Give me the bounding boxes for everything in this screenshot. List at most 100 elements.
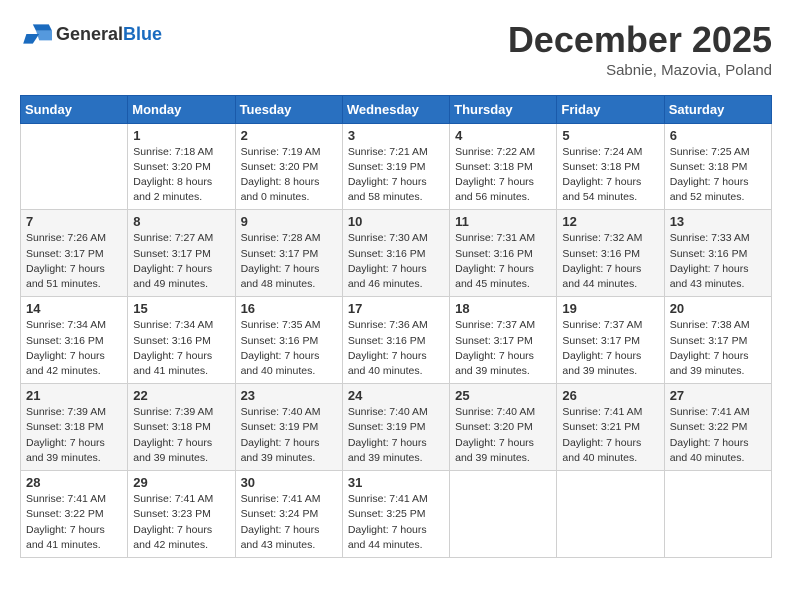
day-number: 19	[562, 301, 658, 316]
day-detail: Sunrise: 7:37 AM Sunset: 3:17 PM Dayligh…	[562, 318, 658, 379]
day-number: 25	[455, 388, 551, 403]
week-row-1: 1 Sunrise: 7:18 AM Sunset: 3:20 PM Daylig…	[21, 123, 772, 210]
day-number: 2	[241, 128, 337, 143]
calendar-cell: 12 Sunrise: 7:32 AM Sunset: 3:16 PM Dayli…	[557, 210, 664, 297]
day-number: 31	[348, 475, 444, 490]
day-detail: Sunrise: 7:40 AM Sunset: 3:19 PM Dayligh…	[241, 405, 337, 466]
weekday-header-saturday: Saturday	[664, 95, 771, 123]
day-detail: Sunrise: 7:40 AM Sunset: 3:19 PM Dayligh…	[348, 405, 444, 466]
day-detail: Sunrise: 7:19 AM Sunset: 3:20 PM Dayligh…	[241, 145, 337, 206]
calendar-cell: 11 Sunrise: 7:31 AM Sunset: 3:16 PM Dayli…	[450, 210, 557, 297]
calendar-cell: 7Sunrise: 7:26 AM Sunset: 3:17 PM Daylig…	[21, 210, 128, 297]
calendar-cell: 14Sunrise: 7:34 AM Sunset: 3:16 PM Dayli…	[21, 297, 128, 384]
month-title: December 2025	[508, 20, 772, 60]
calendar-cell: 29Sunrise: 7:41 AM Sunset: 3:23 PM Dayli…	[128, 471, 235, 558]
calendar-cell: 3Sunrise: 7:21 AM Sunset: 3:19 PM Daylig…	[342, 123, 449, 210]
day-number: 30	[241, 475, 337, 490]
weekday-header-friday: Friday	[557, 95, 664, 123]
day-number: 12	[562, 214, 658, 229]
day-detail: Sunrise: 7:30 AM Sunset: 3:16 PM Dayligh…	[348, 231, 444, 292]
calendar-cell: 18Sunrise: 7:37 AM Sunset: 3:17 PM Dayli…	[450, 297, 557, 384]
day-number: 23	[241, 388, 337, 403]
calendar-cell: 27 Sunrise: 7:41 AM Sunset: 3:22 PM Dayli…	[664, 384, 771, 471]
day-number: 5	[562, 128, 658, 143]
calendar-cell: 9 Sunrise: 7:28 AM Sunset: 3:17 PM Daylig…	[235, 210, 342, 297]
week-row-4: 21 Sunrise: 7:39 AM Sunset: 3:18 PM Dayli…	[21, 384, 772, 471]
day-number: 11	[455, 214, 551, 229]
calendar-cell: 23 Sunrise: 7:40 AM Sunset: 3:19 PM Dayli…	[235, 384, 342, 471]
day-number: 8	[133, 214, 229, 229]
calendar-cell	[450, 471, 557, 558]
day-number: 26	[562, 388, 658, 403]
day-number: 28	[26, 475, 122, 490]
calendar-cell: 15 Sunrise: 7:34 AM Sunset: 3:16 PM Dayli…	[128, 297, 235, 384]
calendar-cell: 24 Sunrise: 7:40 AM Sunset: 3:19 PM Dayli…	[342, 384, 449, 471]
day-detail: Sunrise: 7:24 AM Sunset: 3:18 PM Dayligh…	[562, 145, 658, 206]
calendar-cell: 6 Sunrise: 7:25 AM Sunset: 3:18 PM Daylig…	[664, 123, 771, 210]
calendar-cell	[664, 471, 771, 558]
calendar-cell: 19 Sunrise: 7:37 AM Sunset: 3:17 PM Dayli…	[557, 297, 664, 384]
day-detail: Sunrise: 7:32 AM Sunset: 3:16 PM Dayligh…	[562, 231, 658, 292]
day-number: 7	[26, 214, 122, 229]
day-number: 6	[670, 128, 766, 143]
day-detail: Sunrise: 7:18 AM Sunset: 3:20 PM Dayligh…	[133, 145, 229, 206]
calendar-cell: 1 Sunrise: 7:18 AM Sunset: 3:20 PM Daylig…	[128, 123, 235, 210]
weekday-header-wednesday: Wednesday	[342, 95, 449, 123]
calendar-cell: 13Sunrise: 7:33 AM Sunset: 3:16 PM Dayli…	[664, 210, 771, 297]
logo: GeneralBlue	[20, 20, 162, 48]
day-detail: Sunrise: 7:34 AM Sunset: 3:16 PM Dayligh…	[133, 318, 229, 379]
day-detail: Sunrise: 7:38 AM Sunset: 3:17 PM Dayligh…	[670, 318, 766, 379]
calendar-cell: 10 Sunrise: 7:30 AM Sunset: 3:16 PM Dayli…	[342, 210, 449, 297]
day-detail: Sunrise: 7:40 AM Sunset: 3:20 PM Dayligh…	[455, 405, 551, 466]
title-block: December 2025 Sabnie, Mazovia, Poland	[508, 20, 772, 79]
day-number: 27	[670, 388, 766, 403]
calendar-cell: 4 Sunrise: 7:22 AM Sunset: 3:18 PM Daylig…	[450, 123, 557, 210]
day-number: 20	[670, 301, 766, 316]
calendar-table: SundayMondayTuesdayWednesdayThursdayFrid…	[20, 95, 772, 558]
calendar-cell	[557, 471, 664, 558]
day-number: 22	[133, 388, 229, 403]
day-detail: Sunrise: 7:39 AM Sunset: 3:18 PM Dayligh…	[133, 405, 229, 466]
day-detail: Sunrise: 7:28 AM Sunset: 3:17 PM Dayligh…	[241, 231, 337, 292]
day-number: 14	[26, 301, 122, 316]
day-number: 16	[241, 301, 337, 316]
day-detail: Sunrise: 7:31 AM Sunset: 3:16 PM Dayligh…	[455, 231, 551, 292]
calendar-cell: 8 Sunrise: 7:27 AM Sunset: 3:17 PM Daylig…	[128, 210, 235, 297]
day-detail: Sunrise: 7:41 AM Sunset: 3:24 PM Dayligh…	[241, 492, 337, 553]
calendar-cell: 21 Sunrise: 7:39 AM Sunset: 3:18 PM Dayli…	[21, 384, 128, 471]
day-detail: Sunrise: 7:35 AM Sunset: 3:16 PM Dayligh…	[241, 318, 337, 379]
day-number: 4	[455, 128, 551, 143]
week-row-5: 28 Sunrise: 7:41 AM Sunset: 3:22 PM Dayli…	[21, 471, 772, 558]
calendar-cell: 22 Sunrise: 7:39 AM Sunset: 3:18 PM Dayli…	[128, 384, 235, 471]
calendar-cell: 26 Sunrise: 7:41 AM Sunset: 3:21 PM Dayli…	[557, 384, 664, 471]
day-number: 15	[133, 301, 229, 316]
calendar-cell: 25 Sunrise: 7:40 AM Sunset: 3:20 PM Dayli…	[450, 384, 557, 471]
day-detail: Sunrise: 7:41 AM Sunset: 3:21 PM Dayligh…	[562, 405, 658, 466]
day-detail: Sunrise: 7:39 AM Sunset: 3:18 PM Dayligh…	[26, 405, 122, 466]
calendar-cell: 17Sunrise: 7:36 AM Sunset: 3:16 PM Dayli…	[342, 297, 449, 384]
calendar-cell	[21, 123, 128, 210]
day-detail: Sunrise: 7:22 AM Sunset: 3:18 PM Dayligh…	[455, 145, 551, 206]
day-number: 10	[348, 214, 444, 229]
page-header: GeneralBlue December 2025 Sabnie, Mazovi…	[20, 20, 772, 79]
day-number: 29	[133, 475, 229, 490]
location-subtitle: Sabnie, Mazovia, Poland	[508, 62, 772, 79]
day-detail: Sunrise: 7:41 AM Sunset: 3:22 PM Dayligh…	[26, 492, 122, 553]
day-detail: Sunrise: 7:41 AM Sunset: 3:22 PM Dayligh…	[670, 405, 766, 466]
logo-blue: Blue	[123, 24, 162, 44]
calendar-cell: 2 Sunrise: 7:19 AM Sunset: 3:20 PM Daylig…	[235, 123, 342, 210]
day-number: 9	[241, 214, 337, 229]
day-number: 13	[670, 214, 766, 229]
calendar-cell: 31Sunrise: 7:41 AM Sunset: 3:25 PM Dayli…	[342, 471, 449, 558]
weekday-header-sunday: Sunday	[21, 95, 128, 123]
calendar-cell: 20 Sunrise: 7:38 AM Sunset: 3:17 PM Dayli…	[664, 297, 771, 384]
day-number: 1	[133, 128, 229, 143]
calendar-cell: 16 Sunrise: 7:35 AM Sunset: 3:16 PM Dayli…	[235, 297, 342, 384]
day-detail: Sunrise: 7:27 AM Sunset: 3:17 PM Dayligh…	[133, 231, 229, 292]
week-row-2: 7Sunrise: 7:26 AM Sunset: 3:17 PM Daylig…	[21, 210, 772, 297]
day-detail: Sunrise: 7:25 AM Sunset: 3:18 PM Dayligh…	[670, 145, 766, 206]
calendar-cell: 28 Sunrise: 7:41 AM Sunset: 3:22 PM Dayli…	[21, 471, 128, 558]
day-number: 24	[348, 388, 444, 403]
day-number: 21	[26, 388, 122, 403]
weekday-header-thursday: Thursday	[450, 95, 557, 123]
